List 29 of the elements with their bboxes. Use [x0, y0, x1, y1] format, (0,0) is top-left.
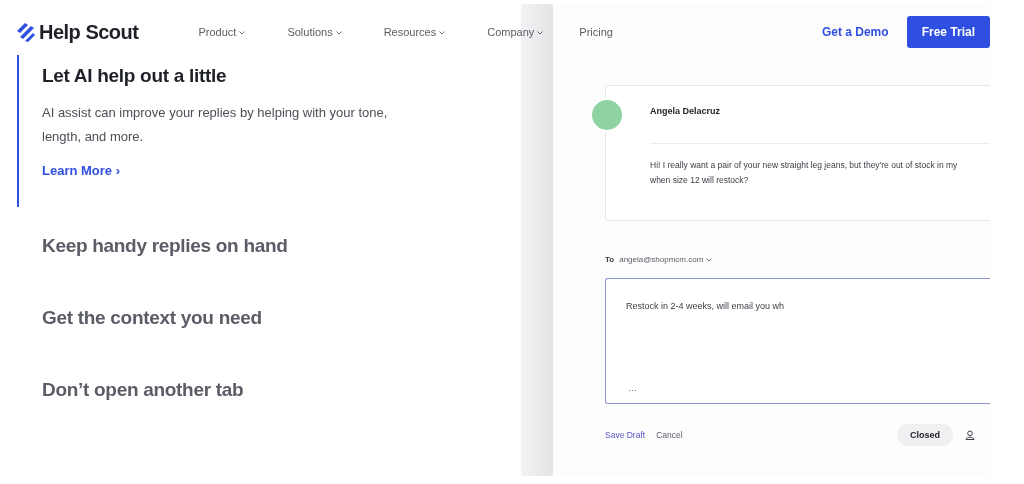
recipient-dropdown[interactable]: angela@shopmcm.com	[619, 255, 713, 264]
save-draft-link[interactable]: Save Draft	[605, 430, 646, 440]
reply-editor[interactable]: Restock in 2-4 weeks, will email you wh ···	[605, 278, 990, 404]
nav-menu-item[interactable]: Solutions	[287, 26, 342, 38]
to-label: To	[605, 255, 615, 264]
feature-tab[interactable]: Don’t open another tab	[17, 379, 521, 401]
nav-menu-item[interactable]: Product	[198, 26, 246, 38]
feature-tab[interactable]: Keep handy replies on hand	[17, 235, 521, 257]
status-button[interactable]: Closed	[897, 424, 953, 446]
free-trial-button[interactable]: Free Trial	[906, 16, 990, 48]
chevron-down-icon	[706, 257, 713, 262]
nav-menu-item[interactable]: Resources	[383, 26, 446, 38]
get-demo-link[interactable]: Get a Demo	[821, 25, 889, 39]
learn-more-link[interactable]: Learn More ›	[42, 163, 120, 178]
sender-name: Angela Delacruz	[650, 106, 722, 116]
logo-icon	[16, 22, 36, 42]
message-text: Hi! I really want a pair of your new straight leg jeans, but they're out of stock in my when size 12 will restock?	[650, 159, 959, 187]
feature-title: Get the context you need	[42, 307, 263, 329]
nav-menu-item[interactable]: Company	[487, 26, 544, 38]
feature-title: Don’t open another tab	[42, 379, 245, 401]
feature-description: AI assist can improve your replies by helping with your tone, length, and more.	[42, 104, 389, 146]
person-icon[interactable]	[965, 430, 975, 440]
more-options-icon[interactable]: ···	[628, 385, 637, 395]
feature-title: Keep handy replies on hand	[42, 235, 289, 257]
cancel-link[interactable]: Cancel	[656, 430, 683, 440]
nav-menu-item[interactable]: Pricing	[579, 26, 613, 38]
feature-title: Let AI help out a little	[42, 65, 228, 87]
brand-logo[interactable]: Help Scout	[39, 20, 139, 44]
feature-tab[interactable]: Get the context you need	[17, 307, 521, 329]
